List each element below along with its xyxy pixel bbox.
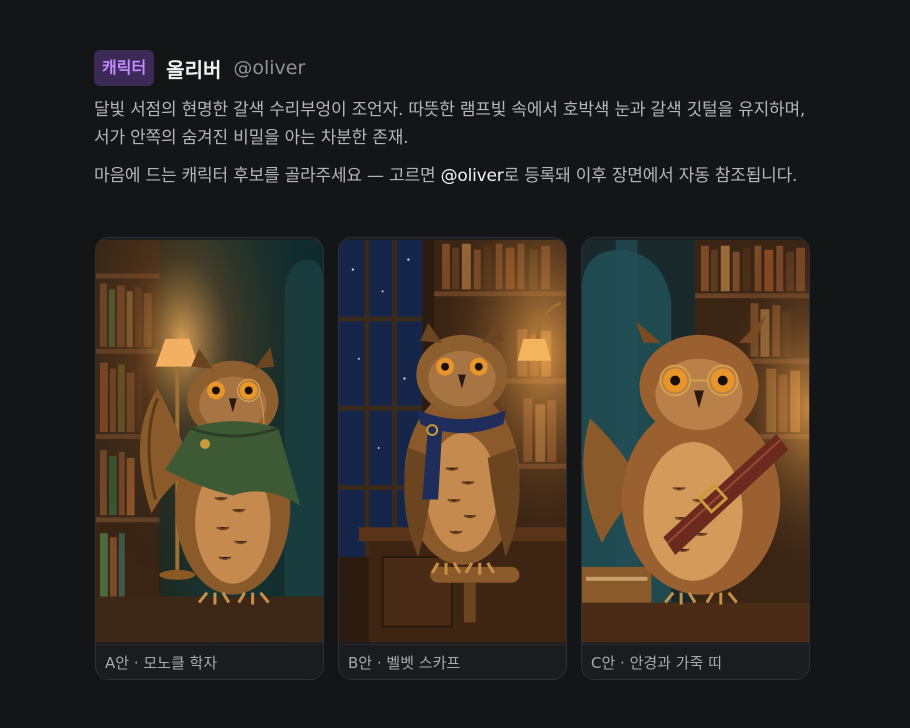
owl-image-b xyxy=(339,239,566,643)
candidate-option-b[interactable]: B안 · 벨벳 스카프 xyxy=(338,237,567,680)
instruction-mention[interactable]: @oliver xyxy=(441,166,504,186)
option-caption-b: B안 · 벨벳 스카프 xyxy=(339,644,566,679)
character-name: 올리버 xyxy=(166,57,222,82)
candidate-options: A안 · 모노클 학자 B안 · 벨벳 스카프 C안 · 안경과 가죽 띠 xyxy=(95,237,810,680)
instruction-text-before: 마음에 드는 캐릭터 후보를 골라주세요 — 고르면 xyxy=(94,166,441,186)
selection-instruction: 마음에 드는 캐릭터 후보를 골라주세요 — 고르면 @oliver로 등록돼 … xyxy=(94,162,816,190)
candidate-option-a[interactable]: A안 · 모노클 학자 xyxy=(95,237,324,680)
option-caption-c: C안 · 안경과 가죽 띠 xyxy=(582,644,809,679)
owl-image-a xyxy=(96,239,323,643)
owl-image-c xyxy=(582,239,809,643)
post-header: 캐릭터 올리버 @oliver xyxy=(94,50,816,86)
character-badge: 캐릭터 xyxy=(94,50,155,86)
candidate-option-c[interactable]: C안 · 안경과 가죽 띠 xyxy=(581,237,810,680)
character-description: 달빛 서점의 현명한 갈색 수리부엉이 조언자. 따뜻한 램프빛 속에서 호박색… xyxy=(94,100,806,148)
character-handle[interactable]: @oliver xyxy=(233,57,305,79)
instruction-text-after: 로 등록돼 이후 장면에서 자동 참조됩니다. xyxy=(503,166,798,186)
option-caption-a: A안 · 모노클 학자 xyxy=(96,644,323,679)
character-post: 캐릭터 올리버 @oliver 달빛 서점의 현명한 갈색 수리부엉이 조언자.… xyxy=(94,50,816,680)
